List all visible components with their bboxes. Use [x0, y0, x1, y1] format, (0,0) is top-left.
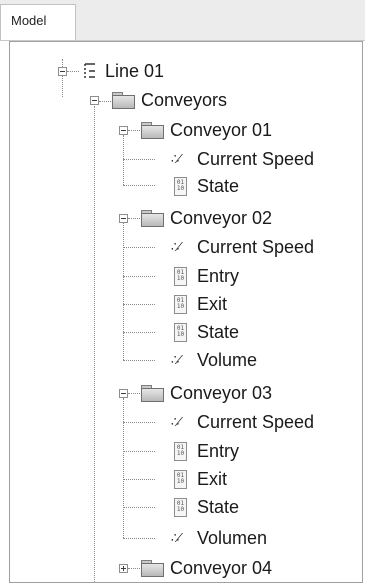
tree-leaf-volumen[interactable]: ∴⁄ Volumen: [10, 524, 362, 552]
tree-leaf-state[interactable]: 01 10 State: [10, 493, 362, 521]
folder-icon: [141, 122, 164, 139]
speed-gauge-icon: ∴⁄: [171, 530, 180, 545]
tree-node-label: Conveyors: [141, 90, 228, 110]
speed-gauge-icon: ∴⁄: [171, 151, 180, 166]
expand-toggle[interactable]: [119, 564, 128, 573]
model-tree-panel[interactable]: Line 01 Conveyors Conveyor 01 ∴⁄ Current…: [9, 41, 363, 583]
binary-document-icon: 01 10: [174, 177, 187, 196]
tree-node-label: Conveyor 04: [170, 558, 273, 578]
tree-node-label: Current Speed: [197, 412, 315, 432]
tree-node-label: Conveyor 01: [170, 120, 273, 140]
collapse-toggle[interactable]: [119, 126, 128, 135]
speed-gauge-icon: ∴⁄: [171, 352, 180, 367]
tree-leaf-current-speed[interactable]: ∴⁄ Current Speed: [10, 408, 362, 436]
tree-node-label: Entry: [197, 266, 240, 286]
tree-node-label: Current Speed: [197, 237, 315, 257]
collapse-toggle[interactable]: [58, 67, 67, 76]
speed-gauge-icon: ∴⁄: [171, 414, 180, 429]
tree-node-conveyor-02[interactable]: Conveyor 02: [10, 204, 362, 232]
tab-model[interactable]: Model: [0, 4, 76, 40]
model-tree: Line 01 Conveyors Conveyor 01 ∴⁄ Current…: [10, 42, 362, 582]
collapse-toggle[interactable]: [119, 389, 128, 398]
binary-document-icon: 01 10: [174, 267, 187, 286]
tree-leaf-entry[interactable]: 01 10 Entry: [10, 262, 362, 290]
binary-document-icon: 01 10: [174, 498, 187, 517]
tree-node-conveyor-03[interactable]: Conveyor 03: [10, 379, 362, 407]
tree-node-label: Entry: [197, 441, 240, 461]
tree-leaf-current-speed[interactable]: ∴⁄ Current Speed: [10, 145, 362, 173]
tree-leaf-exit[interactable]: 01 10 Exit: [10, 465, 362, 493]
folder-icon: [141, 210, 164, 227]
tree-leaf-state[interactable]: 01 10 State: [10, 172, 362, 200]
tree-node-conveyor-01[interactable]: Conveyor 01: [10, 116, 362, 144]
tree-node-label: State: [197, 322, 240, 342]
tree-node-conveyor-04[interactable]: Conveyor 04: [10, 554, 362, 582]
folder-icon: [141, 385, 164, 402]
tree-node-label: Line 01: [105, 61, 165, 81]
tree-node-label: Exit: [197, 294, 228, 314]
line-tree-icon: [82, 61, 98, 81]
tree-leaf-entry[interactable]: 01 10 Entry: [10, 437, 362, 465]
binary-document-icon: 01 10: [174, 295, 187, 314]
tree-node-label: State: [197, 176, 240, 196]
tree-node-line-01[interactable]: Line 01: [10, 57, 362, 85]
binary-document-icon: 01 10: [174, 470, 187, 489]
tree-node-label: Conveyor 03: [170, 383, 273, 403]
speed-gauge-icon: ∴⁄: [171, 239, 180, 254]
binary-document-icon: 01 10: [174, 442, 187, 461]
tab-bar: Model: [0, 0, 365, 41]
tree-node-conveyors[interactable]: Conveyors: [10, 86, 362, 114]
collapse-toggle[interactable]: [119, 214, 128, 223]
tree-node-label: State: [197, 497, 240, 517]
tree-node-label: Conveyor 02: [170, 208, 273, 228]
tree-leaf-volume[interactable]: ∴⁄ Volume: [10, 346, 362, 374]
tree-node-label: Current Speed: [197, 149, 315, 169]
tree-leaf-exit[interactable]: 01 10 Exit: [10, 290, 362, 318]
tree-leaf-current-speed[interactable]: ∴⁄ Current Speed: [10, 233, 362, 261]
tree-node-label: Exit: [197, 469, 228, 489]
tree-node-label: Volumen: [197, 528, 268, 548]
binary-document-icon: 01 10: [174, 323, 187, 342]
tree-node-label: Volume: [197, 350, 258, 370]
tree-leaf-state[interactable]: 01 10 State: [10, 318, 362, 346]
folder-icon: [112, 92, 135, 109]
collapse-toggle[interactable]: [90, 96, 99, 105]
folder-icon: [141, 560, 164, 577]
